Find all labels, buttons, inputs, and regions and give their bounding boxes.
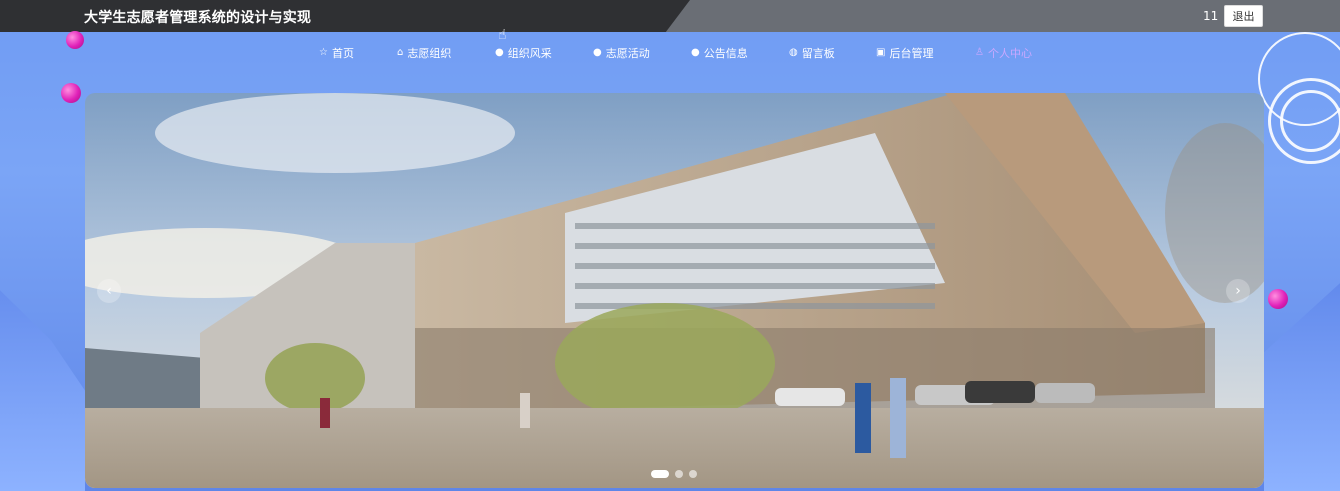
nav-label: 志愿活动 — [605, 47, 650, 60]
star-icon: ☆ — [319, 47, 328, 58]
decorative-rings — [1280, 90, 1340, 152]
nav-label: 个人中心 — [987, 47, 1032, 60]
home-icon: ⌂ — [397, 47, 404, 58]
nav-label: 志愿组织 — [407, 47, 452, 60]
nav-announcements[interactable]: ● 公告信息 — [691, 45, 748, 61]
logout-button[interactable]: 退出 — [1224, 5, 1263, 27]
globe-icon: ◍ — [789, 47, 798, 58]
top-bar: 大学生志愿者管理系统的设计与实现 11 退出 — [0, 0, 1340, 32]
user-id-label: 11 — [1203, 9, 1219, 23]
nav-user-center[interactable]: ♙ 个人中心 — [975, 45, 1032, 61]
nav-volunteer-activities[interactable]: ● 志愿活动 — [593, 45, 650, 61]
nav-org-showcase[interactable]: ● 组织风采 — [495, 45, 552, 61]
nav-label: 组织风采 — [507, 47, 552, 60]
carousel-dot[interactable] — [689, 470, 697, 478]
app-title: 大学生志愿者管理系统的设计与实现 — [84, 10, 312, 26]
carousel-prev-button[interactable]: ‹ — [97, 279, 121, 303]
user-icon: ♙ — [975, 47, 984, 58]
carousel-dot[interactable] — [651, 470, 669, 478]
carousel-dot[interactable] — [675, 470, 683, 478]
main-nav: ☆ 首页 ⌂ 志愿组织 ● 组织风采 ● 志愿活动 ● 公告信息 ◍ 留言板 ▣… — [0, 45, 1340, 63]
info-icon: ● — [691, 47, 700, 58]
hero-carousel[interactable]: ‹ › — [85, 93, 1264, 488]
nav-label: 公告信息 — [703, 47, 748, 60]
nav-message-board[interactable]: ◍ 留言板 — [789, 45, 835, 61]
decorative-ball — [1268, 289, 1288, 309]
nav-admin[interactable]: ▣ 后台管理 — [876, 45, 933, 61]
decorative-side-wave — [0, 290, 85, 491]
briefcase-icon: ▣ — [876, 47, 886, 58]
mouse-cursor-icon: ☝ — [498, 27, 507, 43]
info-icon: ● — [593, 47, 602, 58]
decorative-ball — [61, 83, 81, 103]
nav-label: 留言板 — [801, 47, 835, 60]
nav-home[interactable]: ☆ 首页 — [319, 45, 354, 61]
carousel-image — [85, 93, 1264, 488]
info-icon: ● — [495, 47, 504, 58]
nav-label: 首页 — [331, 47, 354, 60]
nav-volunteer-orgs[interactable]: ⌂ 志愿组织 — [397, 45, 451, 61]
carousel-next-button[interactable]: › — [1226, 279, 1250, 303]
nav-label: 后台管理 — [889, 47, 934, 60]
carousel-indicators — [651, 470, 697, 478]
